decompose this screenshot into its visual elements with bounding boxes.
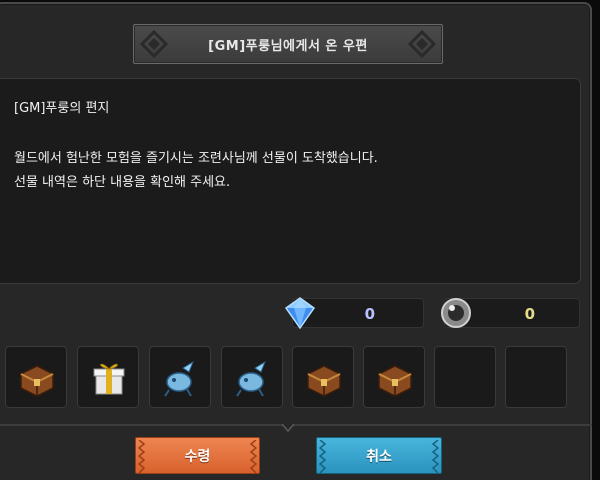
gem-icon (284, 297, 316, 330)
treasure-chest-icon (307, 365, 341, 397)
gem-amount: 0 (364, 305, 375, 323)
footer-divider (0, 424, 592, 426)
receive-button-label: 수령 (184, 448, 211, 465)
divider-notch-icon (282, 424, 294, 432)
dialog-title-plate: [GM]푸룽님에게서 온 우편 (133, 24, 443, 64)
stone-amount: 0 (524, 305, 535, 323)
reward-slot[interactable] (363, 346, 425, 408)
receive-button[interactable]: 수령 (135, 437, 260, 474)
gift-box-icon (93, 363, 125, 395)
cancel-button[interactable]: 취소 (316, 437, 442, 474)
blue-egg-icon (164, 360, 195, 397)
zigzag-edge-icon (431, 440, 439, 473)
letter-text-line: 월드에서 험난한 모험을 즐기시는 조련사님께 선물이 도착했습니다. (14, 151, 378, 166)
zigzag-edge-icon (138, 440, 146, 473)
treasure-chest-icon (20, 365, 54, 397)
reward-slot[interactable] (149, 346, 211, 408)
reward-slot[interactable] (221, 346, 283, 408)
reward-slot[interactable] (5, 346, 67, 408)
screen-edge (592, 0, 600, 480)
reward-slot-empty[interactable] (434, 346, 496, 408)
reward-slot[interactable] (292, 346, 354, 408)
ornament-right-icon (408, 30, 436, 58)
ornament-left-icon (140, 30, 168, 58)
blue-egg-icon (236, 360, 267, 397)
dialog-title: [GM]푸룽님에게서 온 우편 (208, 38, 368, 54)
zigzag-edge-icon (319, 440, 327, 473)
reward-slot[interactable] (77, 346, 139, 408)
zigzag-edge-icon (249, 440, 257, 473)
letter-text-line: 선물 내역은 하단 내용을 확인해 주세요. (14, 175, 231, 190)
letter-title: [GM]푸룽의 편지 (14, 101, 110, 116)
cancel-button-label: 취소 (366, 448, 392, 465)
treasure-chest-icon (378, 365, 412, 397)
reward-slot-empty[interactable] (505, 346, 567, 408)
stone-icon (441, 298, 471, 328)
letter-body: [GM]푸룽의 편지 월드에서 험난한 모험을 즐기시는 조련사님께 선물이 도… (0, 78, 581, 284)
